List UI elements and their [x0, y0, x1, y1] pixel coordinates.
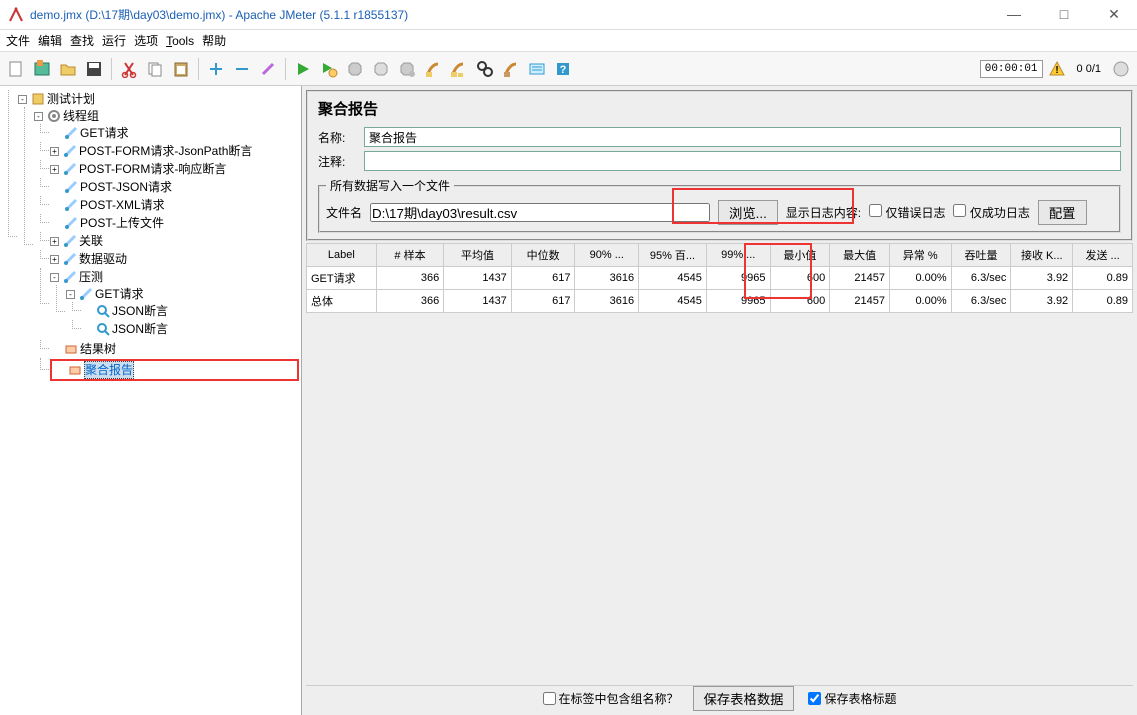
minimize-button[interactable]: —	[999, 6, 1029, 23]
copy-icon[interactable]	[143, 57, 167, 81]
name-input[interactable]	[364, 127, 1121, 147]
menu-run[interactable]: 运行	[102, 32, 126, 49]
new-icon[interactable]	[4, 57, 28, 81]
table-row[interactable]: 总体3661437617361645459965600214570.00%6.3…	[307, 290, 1133, 313]
collapse-icon[interactable]	[230, 57, 254, 81]
tree-correlation[interactable]: +关联	[50, 233, 299, 249]
menu-search[interactable]: 查找	[70, 32, 94, 49]
function-helper-icon[interactable]	[525, 57, 549, 81]
app-icon	[8, 7, 24, 23]
clear-icon[interactable]	[421, 57, 445, 81]
content-area: 聚合报告 名称: 注释: 所有数据写入一个文件 文件名 浏览... 显示日志内容…	[302, 86, 1137, 715]
col-header[interactable]: 发送 ...	[1073, 244, 1133, 267]
svg-text:!: !	[1055, 65, 1058, 76]
save-icon[interactable]	[82, 57, 106, 81]
col-header[interactable]: 最大值	[830, 244, 890, 267]
col-header[interactable]: 异常 %	[889, 244, 951, 267]
col-header[interactable]: 90% ...	[575, 244, 639, 267]
window-title: demo.jmx (D:\17期\day03\demo.jmx) - Apach…	[30, 6, 999, 23]
tree-json-assert-1[interactable]: JSON断言	[82, 303, 299, 319]
only-success-checkbox[interactable]: 仅成功日志	[953, 204, 1029, 221]
warning-icon: !	[1045, 57, 1069, 81]
tree-post-form-response[interactable]: +POST-FORM请求-响应断言	[50, 161, 299, 177]
expand-icon[interactable]	[204, 57, 228, 81]
save-table-data-button[interactable]: 保存表格数据	[693, 686, 795, 711]
results-table-wrap: Label# 样本平均值中位数90% ...95% 百...99% ...最小值…	[306, 243, 1133, 685]
table-row[interactable]: GET请求3661437617361645459965600214570.00%…	[307, 267, 1133, 290]
title-bar: demo.jmx (D:\17期\day03\demo.jmx) - Apach…	[0, 0, 1137, 30]
tree-thread-group[interactable]: -线程组	[34, 108, 299, 124]
search-icon[interactable]	[473, 57, 497, 81]
tree-aggregate-report[interactable]: 聚合报告	[50, 359, 299, 381]
col-header[interactable]: 95% 百...	[639, 244, 707, 267]
file-fieldset-legend: 所有数据写入一个文件	[326, 177, 454, 194]
save-header-checkbox[interactable]: 保存表格标题	[808, 690, 896, 707]
svg-text:?: ?	[560, 64, 567, 76]
shutdown-icon[interactable]	[369, 57, 393, 81]
start-no-timers-icon[interactable]	[317, 57, 341, 81]
tree-load-get[interactable]: -GET请求	[66, 286, 299, 302]
menu-help[interactable]: 帮助	[202, 32, 226, 49]
elapsed-time: 00:00:01	[980, 60, 1043, 78]
tree-json-assert-2[interactable]: JSON断言	[82, 321, 299, 337]
name-label: 名称:	[318, 129, 358, 146]
file-input[interactable]	[370, 203, 710, 222]
tree-results-tree[interactable]: 结果树	[50, 341, 299, 357]
config-button[interactable]: 配置	[1038, 200, 1087, 225]
help-icon[interactable]: ?	[551, 57, 575, 81]
close-button[interactable]: ✕	[1099, 6, 1129, 23]
include-group-checkbox[interactable]: 在标签中包含组名称？	[543, 690, 679, 707]
footer: 在标签中包含组名称？ 保存表格数据 保存表格标题	[306, 685, 1133, 711]
highlight-avg-col	[744, 243, 812, 299]
only-errors-checkbox[interactable]: 仅错误日志	[869, 204, 945, 221]
menu-options[interactable]: 选项	[134, 32, 158, 49]
tree-load-test[interactable]: -压测	[50, 269, 299, 285]
col-header[interactable]: 接收 K...	[1011, 244, 1073, 267]
menu-edit[interactable]: 编辑	[38, 32, 62, 49]
tree-test-plan[interactable]: -测试计划	[18, 91, 299, 107]
toggle-icon[interactable]	[256, 57, 280, 81]
open-icon[interactable]	[56, 57, 80, 81]
thread-counter: 0 0/1	[1077, 63, 1101, 75]
col-header[interactable]: 吞吐量	[951, 244, 1011, 267]
comment-input[interactable]	[364, 151, 1121, 171]
menu-bar: 文件 编辑 查找 运行 选项 Tools 帮助	[0, 30, 1137, 52]
tree-post-form-jsonpath[interactable]: +POST-FORM请求-JsonPath断言	[50, 143, 299, 159]
highlight-filename	[672, 188, 854, 224]
col-header[interactable]: 中位数	[511, 244, 575, 267]
reset-search-icon[interactable]	[499, 57, 523, 81]
results-table[interactable]: Label# 样本平均值中位数90% ...95% 百...99% ...最小值…	[306, 243, 1133, 313]
comment-label: 注释:	[318, 153, 358, 170]
menu-file[interactable]: 文件	[6, 32, 30, 49]
col-header[interactable]: Label	[307, 244, 377, 267]
toolbar: ? 00:00:01 ! 0 0/1	[0, 52, 1137, 86]
stop-icon[interactable]	[343, 57, 367, 81]
tree-post-xml[interactable]: POST-XML请求	[50, 197, 299, 213]
col-header[interactable]: 平均值	[444, 244, 512, 267]
start-icon[interactable]	[291, 57, 315, 81]
test-plan-tree[interactable]: -测试计划 -线程组 GET请求 +POST-FORM请求-JsonPath断言…	[0, 86, 302, 715]
templates-icon[interactable]	[30, 57, 54, 81]
tree-get-request[interactable]: GET请求	[50, 125, 299, 141]
paste-icon[interactable]	[169, 57, 193, 81]
remote-stop-icon[interactable]	[395, 57, 419, 81]
file-label: 文件名	[326, 204, 362, 221]
panel-title: 聚合报告	[318, 98, 1121, 119]
tree-post-json[interactable]: POST-JSON请求	[50, 179, 299, 195]
tree-post-upload[interactable]: POST-上传文件	[50, 215, 299, 231]
tree-data-driven[interactable]: +数据驱动	[50, 251, 299, 267]
cut-icon[interactable]	[117, 57, 141, 81]
maximize-button[interactable]: □	[1049, 6, 1079, 23]
col-header[interactable]: # 样本	[376, 244, 444, 267]
clear-all-icon[interactable]	[447, 57, 471, 81]
info-icon[interactable]	[1109, 57, 1133, 81]
menu-tools[interactable]: Tools	[166, 34, 194, 48]
